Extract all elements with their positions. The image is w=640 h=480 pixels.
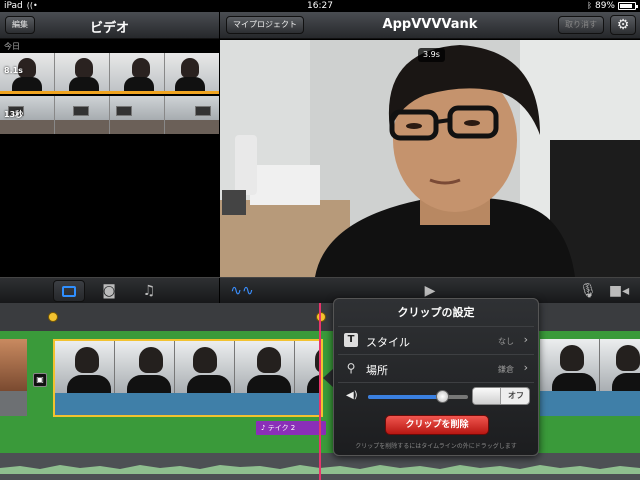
- pin-icon: ⚲: [346, 361, 356, 375]
- media-browser: 編集 ビデオ 今日 8.1s 13秒: [0, 12, 219, 277]
- clip-audio: [540, 391, 640, 416]
- playhead[interactable]: [319, 303, 321, 480]
- toolbar-divider: [219, 278, 220, 304]
- preview-frame-image: [220, 40, 640, 277]
- clip-audio: [0, 391, 27, 416]
- clip-end-marker[interactable]: [316, 312, 326, 322]
- volume-knob[interactable]: [436, 390, 449, 403]
- timeline-clip-selected[interactable]: [53, 339, 323, 417]
- audio-clip[interactable]: ♪ テイク 2: [256, 421, 326, 435]
- chevron-right-icon: ›: [523, 333, 528, 346]
- waveform-icon[interactable]: ∿∿: [226, 280, 258, 302]
- settings-gear-icon[interactable]: ⚙: [610, 15, 636, 35]
- timeline-clip-next[interactable]: [540, 339, 640, 417]
- bluetooth-icon: ᛒ: [587, 1, 592, 10]
- delete-hint: クリップを削除するにはタイムラインの外にドラッグします: [355, 443, 517, 450]
- toolbar: ◙ ♫ ∿∿ ▶ 🎙 ■◂: [0, 277, 640, 304]
- video-preview: 3.9s: [220, 40, 640, 277]
- delete-clip-button[interactable]: クリップを削除: [385, 415, 489, 435]
- clip-video: [55, 341, 321, 393]
- clip-video: [540, 339, 640, 391]
- microphone-icon[interactable]: 🎙: [572, 280, 604, 302]
- clip-settings-popover: クリップの設定 T スタイル なし › ⚲ 場所 鎌倉 › ◀) オフ クリップ…: [333, 298, 539, 456]
- clip-thumbnail: [55, 96, 110, 134]
- transition-icon[interactable]: ▣: [33, 373, 47, 387]
- status-right: ᛒ 89%: [587, 0, 638, 12]
- undo-button[interactable]: 取り消す: [558, 16, 604, 34]
- imovie-screen: iPad((• 16:27 ᛒ 89% 編集 ビデオ 今日 8.1s 13秒: [0, 0, 640, 480]
- volume-slider[interactable]: [368, 390, 468, 403]
- style-row[interactable]: T スタイル なし ›: [338, 326, 534, 354]
- battery-icon: [618, 2, 638, 10]
- location-value: 鎌倉: [498, 365, 514, 374]
- title-style-icon: T: [344, 333, 358, 347]
- location-row[interactable]: ⚲ 場所 鎌倉 ›: [338, 354, 534, 382]
- toggle-knob: [473, 388, 501, 404]
- media-clip-1[interactable]: 8.1s: [0, 53, 219, 94]
- clock: 16:27: [307, 1, 333, 11]
- style-value: なし: [498, 337, 514, 346]
- camera-icon[interactable]: ◙: [93, 280, 125, 302]
- clip-thumbnail: [110, 96, 165, 134]
- volume-row: ◀) オフ: [338, 382, 534, 410]
- record-camera-icon[interactable]: ■◂: [603, 280, 635, 302]
- style-label: スタイル: [366, 336, 410, 349]
- clip-thumbnail: [110, 53, 165, 91]
- popover-title: クリップの設定: [397, 306, 475, 319]
- audio-toggle[interactable]: オフ: [472, 387, 530, 405]
- music-note-icon[interactable]: ♫: [133, 280, 165, 302]
- viewer-header: マイプロジェクト AppVVVVank 取り消す ⚙: [220, 12, 640, 39]
- clip-duration: 13秒: [4, 110, 24, 119]
- clip-audio: [55, 393, 321, 415]
- location-label: 場所: [366, 364, 388, 377]
- chevron-right-icon: ›: [523, 361, 528, 374]
- clip-thumbnail: [55, 53, 110, 91]
- timeline-clip-prev[interactable]: [0, 339, 27, 417]
- clip-thumbnail: [165, 96, 219, 134]
- time-badge: 3.9s: [418, 48, 445, 62]
- media-browser-title: ビデオ: [89, 21, 129, 36]
- section-label-today: 今日: [4, 42, 20, 51]
- media-browser-header: 編集 ビデオ: [0, 12, 219, 39]
- clip-thumbnail: [165, 53, 219, 91]
- toggle-label: オフ: [508, 391, 524, 400]
- clip-thumbnail: [0, 339, 27, 391]
- clip-start-marker[interactable]: [48, 312, 58, 322]
- battery-fill: [620, 4, 632, 8]
- volume-fill: [368, 395, 443, 399]
- media-clip-2[interactable]: 13秒: [0, 96, 219, 134]
- video-mode-icon[interactable]: [53, 280, 85, 302]
- clip-duration: 8.1s: [4, 66, 23, 75]
- battery-percent: 89%: [594, 1, 615, 11]
- audio-clip-label: テイク 2: [267, 424, 296, 432]
- speaker-icon: ◀): [346, 390, 358, 401]
- status-bar: iPad ((• 16:27 ᛒ 89%: [0, 0, 640, 12]
